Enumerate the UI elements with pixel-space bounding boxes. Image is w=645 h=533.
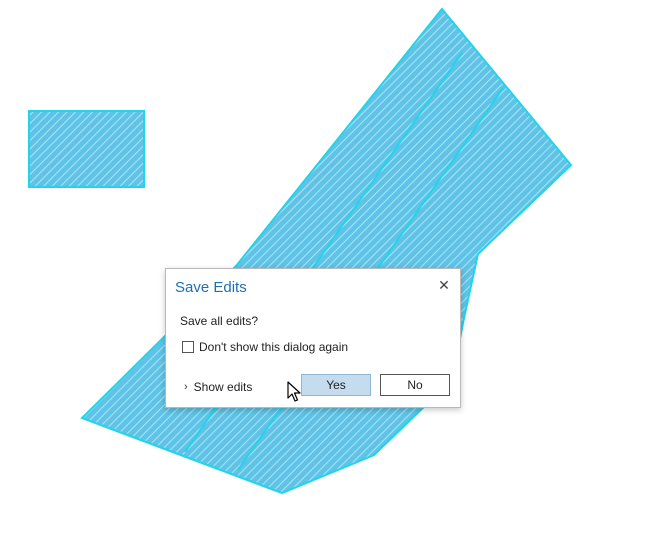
show-edits-label: Show edits: [193, 380, 253, 394]
dont-show-again-option[interactable]: Don't show this dialog again: [182, 340, 348, 354]
dont-show-again-checkbox[interactable]: [182, 341, 194, 353]
dont-show-again-label: Don't show this dialog again: [199, 340, 349, 354]
dialog-message: Save all edits?: [180, 314, 259, 328]
map-view[interactable]: Save Edits ✕ Save all edits? Don't show …: [0, 0, 645, 533]
mouse-pointer-icon: [287, 381, 301, 402]
large-polygon[interactable]: [80, 7, 573, 495]
map-canvas[interactable]: [0, 0, 645, 533]
rectangle-polygon[interactable]: [28, 110, 145, 188]
dialog-title: Save Edits: [175, 279, 247, 296]
yes-button[interactable]: Yes: [301, 374, 371, 396]
chevron-right-icon: ›: [184, 381, 188, 393]
show-edits-toggle[interactable]: › Show edits: [184, 380, 252, 394]
close-icon[interactable]: ✕: [436, 277, 452, 293]
no-button[interactable]: No: [380, 374, 450, 396]
save-edits-dialog: Save Edits ✕ Save all edits? Don't show …: [165, 268, 461, 408]
